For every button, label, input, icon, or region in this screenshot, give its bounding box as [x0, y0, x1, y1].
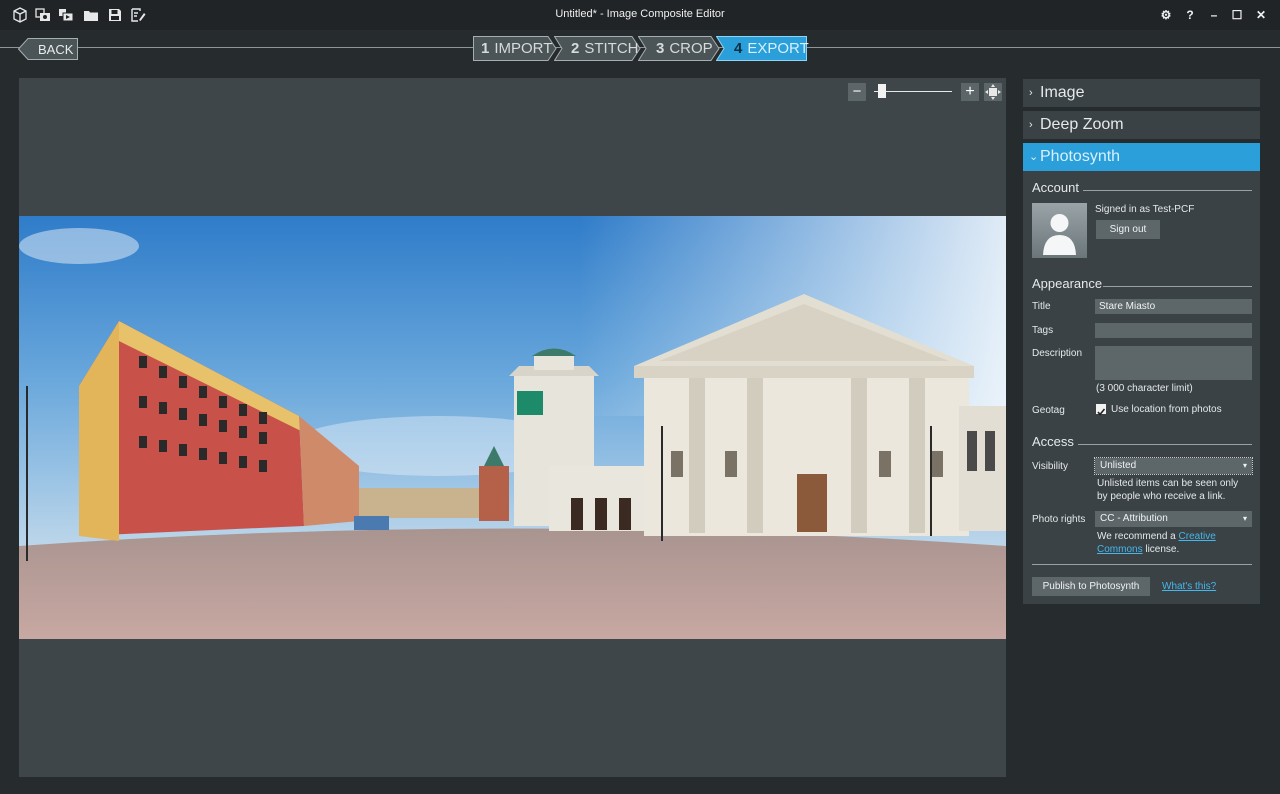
back-button[interactable]: BACK [18, 38, 78, 60]
section-label: Deep Zoom [1040, 116, 1124, 133]
chevron-right-icon: › [1029, 87, 1033, 99]
avatar [1032, 203, 1087, 258]
step-label: CROP [669, 40, 713, 57]
account-title: Account [1032, 180, 1079, 195]
chevron-down-icon: ▾ [1242, 461, 1247, 470]
creative-commons-link[interactable]: Creative [1179, 531, 1216, 542]
appearance-title: Appearance [1032, 276, 1103, 291]
description-label: Description [1032, 348, 1083, 359]
recommend-text: We recommend a [1097, 531, 1179, 542]
recommend-line1: We recommend a Creative [1097, 531, 1216, 542]
section-image-header[interactable]: › Image [1023, 79, 1260, 107]
description-input[interactable] [1095, 346, 1252, 380]
title-bar: Untitled* - Image Composite Editor ⚙ ? –… [0, 0, 1280, 30]
publish-button[interactable]: Publish to Photosynth [1032, 577, 1150, 596]
step-crop[interactable]: 3 CROP [638, 36, 720, 61]
visibility-label: Visibility [1032, 461, 1068, 472]
signed-in-text: Signed in as Test-PCF [1095, 204, 1195, 215]
zoom-slider-thumb[interactable] [878, 84, 886, 98]
photo-rights-select[interactable]: CC - Attribution ▾ [1095, 511, 1252, 527]
fit-to-window-icon[interactable] [984, 83, 1002, 101]
chevron-down-icon: ▾ [1242, 514, 1247, 523]
geotag-option-label[interactable]: Use location from photos [1111, 404, 1222, 415]
visibility-select[interactable]: Unlisted ▾ [1094, 457, 1253, 475]
photo-rights-label: Photo rights [1032, 514, 1086, 525]
photo-rights-value: CC - Attribution [1100, 513, 1168, 524]
maximize-button[interactable]: ☐ [1228, 6, 1246, 24]
step-export[interactable]: 4 EXPORT [716, 36, 809, 61]
checkmark-icon [1097, 408, 1106, 416]
step-number: 4 [734, 40, 743, 57]
tags-label: Tags [1032, 325, 1054, 336]
photosynth-panel: Account Signed in as Test-PCF Sign out A… [1023, 171, 1260, 604]
back-label: BACK [38, 42, 74, 57]
step-number: 1 [481, 40, 490, 57]
step-label: IMPORT [494, 40, 553, 57]
title-label: Title [1032, 301, 1051, 312]
step-import[interactable]: 1 IMPORT [473, 36, 557, 61]
step-stitch[interactable]: 2 STITCH [554, 36, 641, 61]
recommend-line2: Commons license. [1097, 544, 1179, 555]
minimize-button[interactable]: – [1205, 6, 1223, 24]
creative-commons-link[interactable]: Commons [1097, 544, 1143, 555]
sign-out-button[interactable]: Sign out [1096, 220, 1160, 239]
divider [1078, 444, 1252, 445]
divider [1032, 564, 1252, 565]
close-button[interactable]: ✕ [1252, 6, 1270, 24]
recommend-text: license. [1142, 544, 1180, 555]
panorama-image [19, 216, 1006, 639]
zoom-in-button[interactable]: + [961, 83, 979, 101]
whats-this-link[interactable]: What's this? [1162, 581, 1216, 592]
zoom-out-button[interactable]: − [848, 83, 866, 101]
step-number: 3 [656, 40, 665, 57]
step-label: EXPORT [747, 40, 809, 57]
divider [1103, 286, 1252, 287]
divider [1083, 190, 1252, 191]
step-number: 2 [571, 40, 580, 57]
section-label: Image [1040, 84, 1085, 101]
character-limit-note: (3 000 character limit) [1096, 383, 1193, 394]
step-label: STITCH [584, 40, 639, 57]
title-input[interactable]: Stare Miasto [1095, 299, 1252, 314]
geotag-label: Geotag [1032, 405, 1065, 416]
help-icon[interactable]: ? [1181, 6, 1199, 24]
user-silhouette-icon [1032, 203, 1087, 258]
chevron-right-icon: › [1029, 119, 1033, 131]
tags-input[interactable] [1095, 323, 1252, 338]
section-photosynth-header[interactable]: ⌄ Photosynth [1023, 143, 1260, 171]
visibility-note-line1: Unlisted items can be seen only [1097, 478, 1239, 489]
window-title: Untitled* - Image Composite Editor [555, 8, 725, 20]
chevron-down-icon: ⌄ [1029, 151, 1039, 163]
section-label: Photosynth [1040, 148, 1121, 165]
geotag-checkbox[interactable] [1096, 404, 1106, 416]
visibility-note-line2: by people who receive a link. [1097, 491, 1226, 502]
access-title: Access [1032, 434, 1074, 449]
section-deep-zoom-header[interactable]: › Deep Zoom [1023, 111, 1260, 139]
settings-gear-icon[interactable]: ⚙ [1157, 6, 1175, 24]
visibility-value: Unlisted [1100, 460, 1137, 471]
